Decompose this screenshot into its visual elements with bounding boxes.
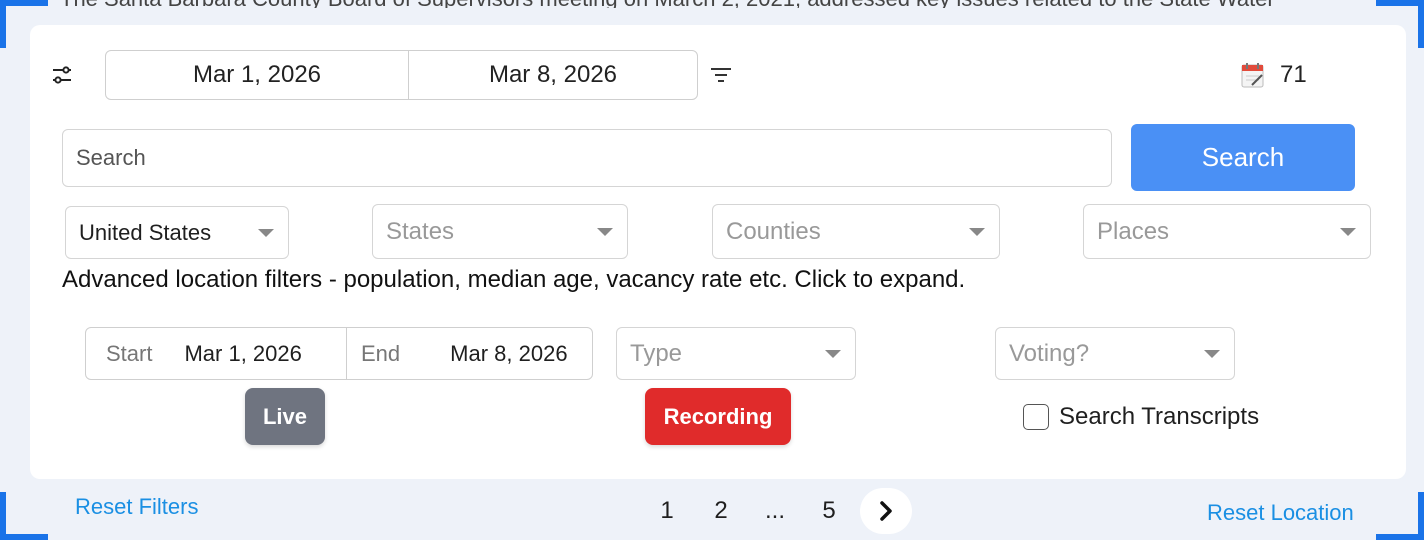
country-select-value: United States (79, 219, 212, 245)
chevron-down-icon (1340, 227, 1356, 236)
search-transcripts-option[interactable]: Search Transcripts (1023, 403, 1259, 431)
start-date-label: Start (106, 340, 153, 366)
reset-location-link[interactable]: Reset Location (1207, 500, 1354, 526)
frame-corner-bottom-left (0, 492, 48, 540)
search-input[interactable] (62, 129, 1112, 187)
start-date-value: Mar 1, 2026 (184, 340, 302, 366)
country-select[interactable]: United States (65, 206, 289, 259)
pagination-ellipsis: ... (764, 497, 785, 524)
type-select[interactable]: Type (616, 327, 856, 380)
states-select[interactable]: States (372, 204, 628, 259)
end-date-value: Mar 8, 2026 (450, 340, 568, 366)
filter-panel: Mar 1, 2026 Mar 8, 2026 71 Search United… (30, 25, 1406, 479)
places-select-placeholder: Places (1097, 217, 1170, 245)
page-2-button[interactable]: 2 (694, 497, 748, 525)
search-transcripts-label: Search Transcripts (1059, 403, 1260, 430)
start-date-field[interactable]: Start Mar 1, 2026 (86, 328, 347, 379)
clipped-summary-text: The Santa Barbara County Board of Superv… (60, 0, 1380, 8)
places-select[interactable]: Places (1083, 204, 1371, 259)
search-button[interactable]: Search (1131, 124, 1355, 191)
recording-toggle-button[interactable]: Recording (645, 388, 791, 445)
frame-corner-bottom-right (1376, 492, 1424, 540)
meeting-date-range: Start Mar 1, 2026 End Mar 8, 2026 (85, 327, 593, 380)
filter-settings-icon[interactable] (50, 63, 74, 87)
chevron-down-icon (597, 227, 613, 236)
chevron-down-icon (258, 228, 274, 237)
advanced-location-filters-toggle[interactable]: Advanced location filters - population, … (62, 266, 965, 294)
calendar-icon (1240, 61, 1266, 89)
end-date-field[interactable]: End Mar 8, 2026 (347, 328, 592, 379)
page-5-button[interactable]: 5 (802, 497, 856, 525)
voting-select-placeholder: Voting? (1009, 339, 1090, 367)
counties-select[interactable]: Counties (712, 204, 1000, 259)
date-range-picker: Mar 1, 2026 Mar 8, 2026 (105, 50, 698, 100)
end-date-label: End (361, 340, 401, 366)
chevron-down-icon (825, 349, 841, 358)
chevron-down-icon (1204, 349, 1220, 358)
date-to-field[interactable]: Mar 8, 2026 (409, 51, 697, 99)
page-1-button[interactable]: 1 (640, 497, 694, 525)
reset-filters-link[interactable]: Reset Filters (75, 494, 198, 520)
counties-select-placeholder: Counties (726, 217, 821, 245)
sort-icon[interactable] (710, 65, 732, 85)
result-count: 71 (1280, 61, 1307, 88)
next-page-button[interactable] (860, 488, 912, 534)
chevron-down-icon (969, 227, 985, 236)
states-select-placeholder: States (386, 217, 455, 245)
type-select-placeholder: Type (630, 339, 683, 367)
voting-select[interactable]: Voting? (995, 327, 1235, 380)
date-from-field[interactable]: Mar 1, 2026 (106, 51, 409, 99)
pagination: 1 2 ... 5 (640, 488, 912, 534)
chevron-right-icon (880, 501, 892, 521)
live-toggle-button[interactable]: Live (245, 388, 325, 445)
search-transcripts-checkbox[interactable] (1023, 404, 1049, 430)
